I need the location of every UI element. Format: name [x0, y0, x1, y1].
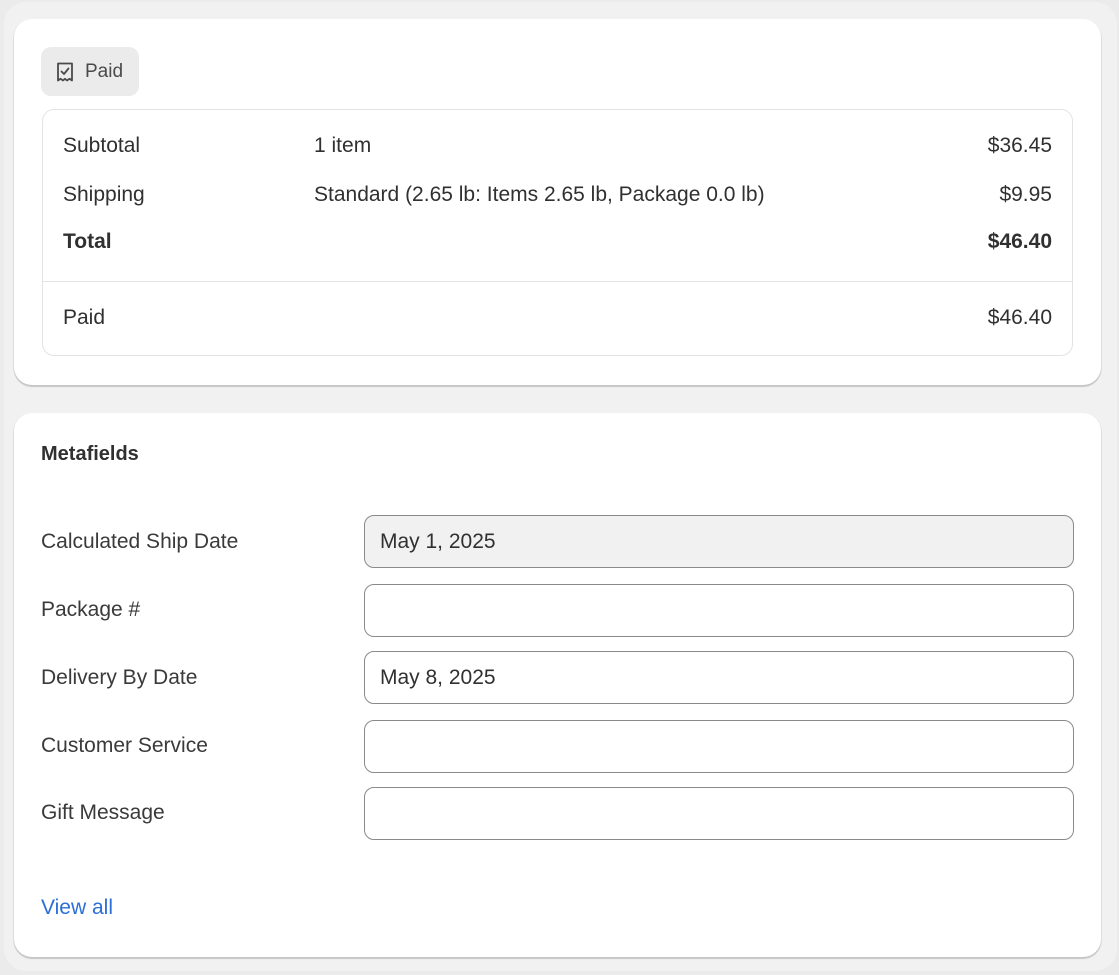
subtotal-row: Subtotal 1 item $36.45 — [63, 131, 1052, 161]
total-label: Total — [63, 230, 112, 253]
view-all-link[interactable]: View all — [41, 896, 113, 920]
metafields-title: Metafields — [41, 443, 139, 465]
gift-message-label: Gift Message — [41, 801, 165, 824]
customer-service-label: Customer Service — [41, 734, 208, 757]
customer-service-input[interactable] — [364, 720, 1074, 773]
gift-message-input[interactable] — [364, 787, 1074, 840]
shipping-amount: $9.95 — [999, 183, 1052, 206]
subtotal-amount: $36.45 — [987, 134, 1052, 157]
paid-row: Paid $46.40 — [63, 303, 1052, 333]
payment-summary-box: Subtotal 1 item $36.45 Shipping Standard… — [42, 109, 1073, 356]
paid-amount: $46.40 — [987, 306, 1052, 329]
payment-status-badge: Paid — [41, 47, 140, 96]
total-row: Total $46.40 — [63, 227, 1052, 257]
subtotal-label: Subtotal — [63, 134, 141, 157]
subtotal-detail: 1 item — [314, 134, 372, 157]
payment-status-label: Paid — [85, 60, 124, 82]
calculated-ship-date-input[interactable] — [364, 515, 1074, 568]
delivery-by-date-input[interactable] — [364, 651, 1074, 704]
delivery-by-date-label: Delivery By Date — [41, 666, 198, 689]
receipt-check-icon — [55, 61, 75, 83]
total-amount: $46.40 — [987, 230, 1052, 253]
paid-label: Paid — [63, 306, 106, 329]
summary-divider — [43, 281, 1072, 282]
metafields-card: Metafields Calculated Ship Date Package … — [14, 413, 1101, 957]
shipping-label: Shipping — [63, 183, 145, 206]
calculated-ship-date-label: Calculated Ship Date — [41, 530, 239, 553]
payment-summary-card: Paid Subtotal 1 item $36.45 Shipping Sta… — [14, 19, 1101, 385]
shipping-row: Shipping Standard (2.65 lb: Items 2.65 l… — [63, 180, 1052, 210]
shipping-detail: Standard (2.65 lb: Items 2.65 lb, Packag… — [314, 183, 765, 206]
package-number-label: Package # — [41, 598, 141, 621]
package-number-input[interactable] — [364, 584, 1074, 637]
